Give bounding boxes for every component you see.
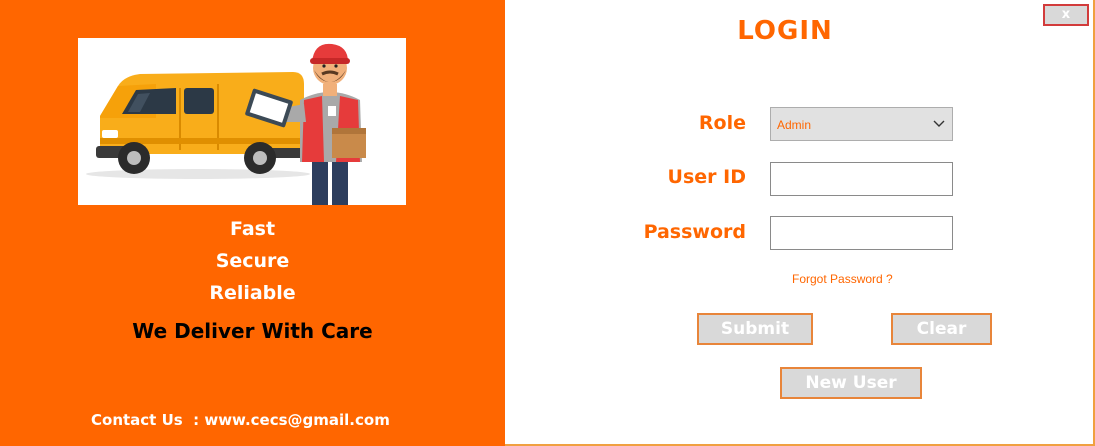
branding-panel: Fast Secure Reliable We Deliver With Car… [0,0,505,446]
tagline-secure: Secure [215,250,290,272]
new-user-button[interactable]: New User [780,367,922,399]
forgot-password-link[interactable]: Forgot Password ? [792,272,893,286]
submit-button[interactable]: Submit [697,313,813,345]
chevron-down-icon [932,114,946,132]
tagline-fast: Fast [229,218,276,240]
userid-label: User ID [667,166,746,188]
clear-button[interactable]: Clear [891,313,992,345]
password-label: Password [643,221,746,243]
delivery-illustration [78,38,406,205]
page-title: LOGIN [737,16,833,46]
tagline-reliable: Reliable [209,282,296,304]
userid-input[interactable] [770,162,953,196]
role-select[interactable]: Admin [770,107,953,141]
close-button[interactable]: x [1043,4,1089,26]
password-input[interactable] [770,216,953,250]
role-label: Role [698,112,746,134]
role-select-value: Admin [777,118,812,132]
contact-info: Contact Us : www.cecs@gmail.com [91,411,390,429]
slogan: We Deliver With Care [132,319,373,343]
